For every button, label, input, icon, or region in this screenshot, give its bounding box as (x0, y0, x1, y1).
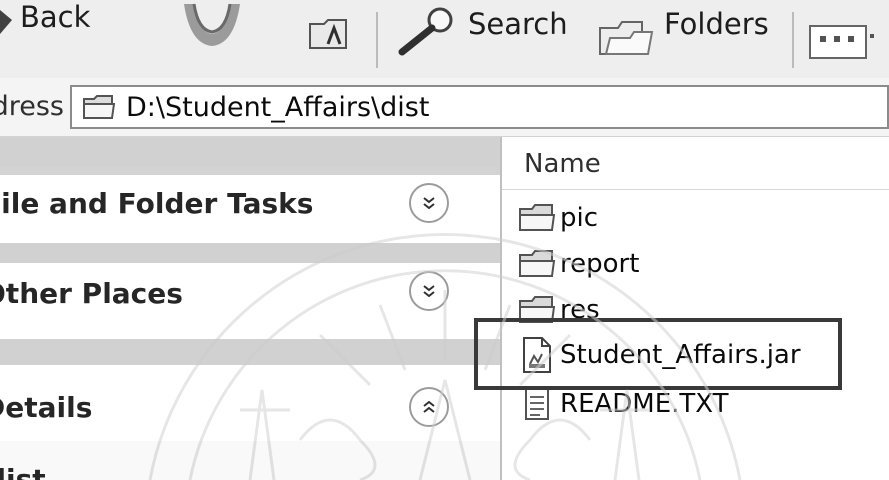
column-header-name[interactable]: Name (502, 137, 889, 190)
details-header[interactable]: Details (0, 365, 500, 441)
folders-button[interactable]: Folders (596, 7, 769, 62)
jar-file-icon (516, 337, 558, 373)
address-input[interactable]: D:\Student_Affairs\dist (70, 85, 889, 129)
list-item[interactable]: res (516, 289, 600, 331)
address-bar: Address D:\Student_Affairs\dist (0, 78, 889, 137)
other-places-header[interactable]: Other Places (0, 263, 500, 339)
text-file-icon (516, 387, 558, 421)
forward-arrow-icon (180, 0, 244, 56)
section-title: Other Places (0, 277, 183, 310)
address-path: D:\Student_Affairs\dist (126, 91, 430, 123)
list-item-selected[interactable]: Student_Affairs.jar (516, 334, 801, 376)
folder-icon (516, 201, 558, 235)
list-item[interactable]: README.TXT (516, 383, 729, 425)
toolbar-separator (792, 12, 794, 68)
file-name: Student_Affairs.jar (560, 340, 801, 370)
column-name-label: Name (524, 149, 601, 179)
file-name: README.TXT (560, 389, 729, 419)
file-list: Name pic report res Student_Affairs.jar … (500, 137, 889, 480)
toolbar: Back Search Folders (0, 0, 889, 79)
chevron-down-icon[interactable] (409, 183, 449, 223)
address-label: Address (0, 91, 64, 122)
folder-icon (82, 93, 116, 121)
back-arrow-icon (0, 6, 14, 46)
file-name: report (560, 249, 640, 279)
list-item[interactable]: pic (516, 197, 598, 239)
forward-button[interactable] (180, 0, 244, 56)
pane-divider (0, 137, 500, 167)
file-folder-tasks-header[interactable]: File and Folder Tasks (0, 167, 500, 243)
up-folder-button[interactable] (306, 14, 354, 58)
chevron-up-icon[interactable] (409, 387, 449, 427)
section-title: Details (0, 391, 93, 424)
search-button[interactable]: Search (392, 6, 568, 62)
views-icon (808, 22, 874, 66)
folders-label: Folders (664, 7, 769, 41)
task-pane: File and Folder Tasks Other Places Detai… (0, 137, 500, 480)
toolbar-separator (376, 12, 378, 68)
file-name: res (560, 295, 600, 325)
section-title: File and Folder Tasks (0, 187, 314, 220)
search-label: Search (468, 7, 568, 41)
folder-icon (516, 247, 558, 281)
folder-icon (516, 293, 558, 327)
back-button[interactable]: Back (0, 0, 90, 46)
search-magnifier-icon (392, 6, 462, 62)
list-item[interactable]: report (516, 243, 639, 285)
back-label: Back (20, 0, 91, 34)
up-folder-icon (306, 14, 354, 58)
file-name: pic (560, 203, 599, 233)
folders-icon (596, 14, 656, 62)
chevron-down-icon[interactable] (409, 271, 449, 311)
details-name: dist (0, 463, 46, 480)
views-button[interactable] (808, 22, 874, 66)
pane-divider (0, 339, 500, 365)
